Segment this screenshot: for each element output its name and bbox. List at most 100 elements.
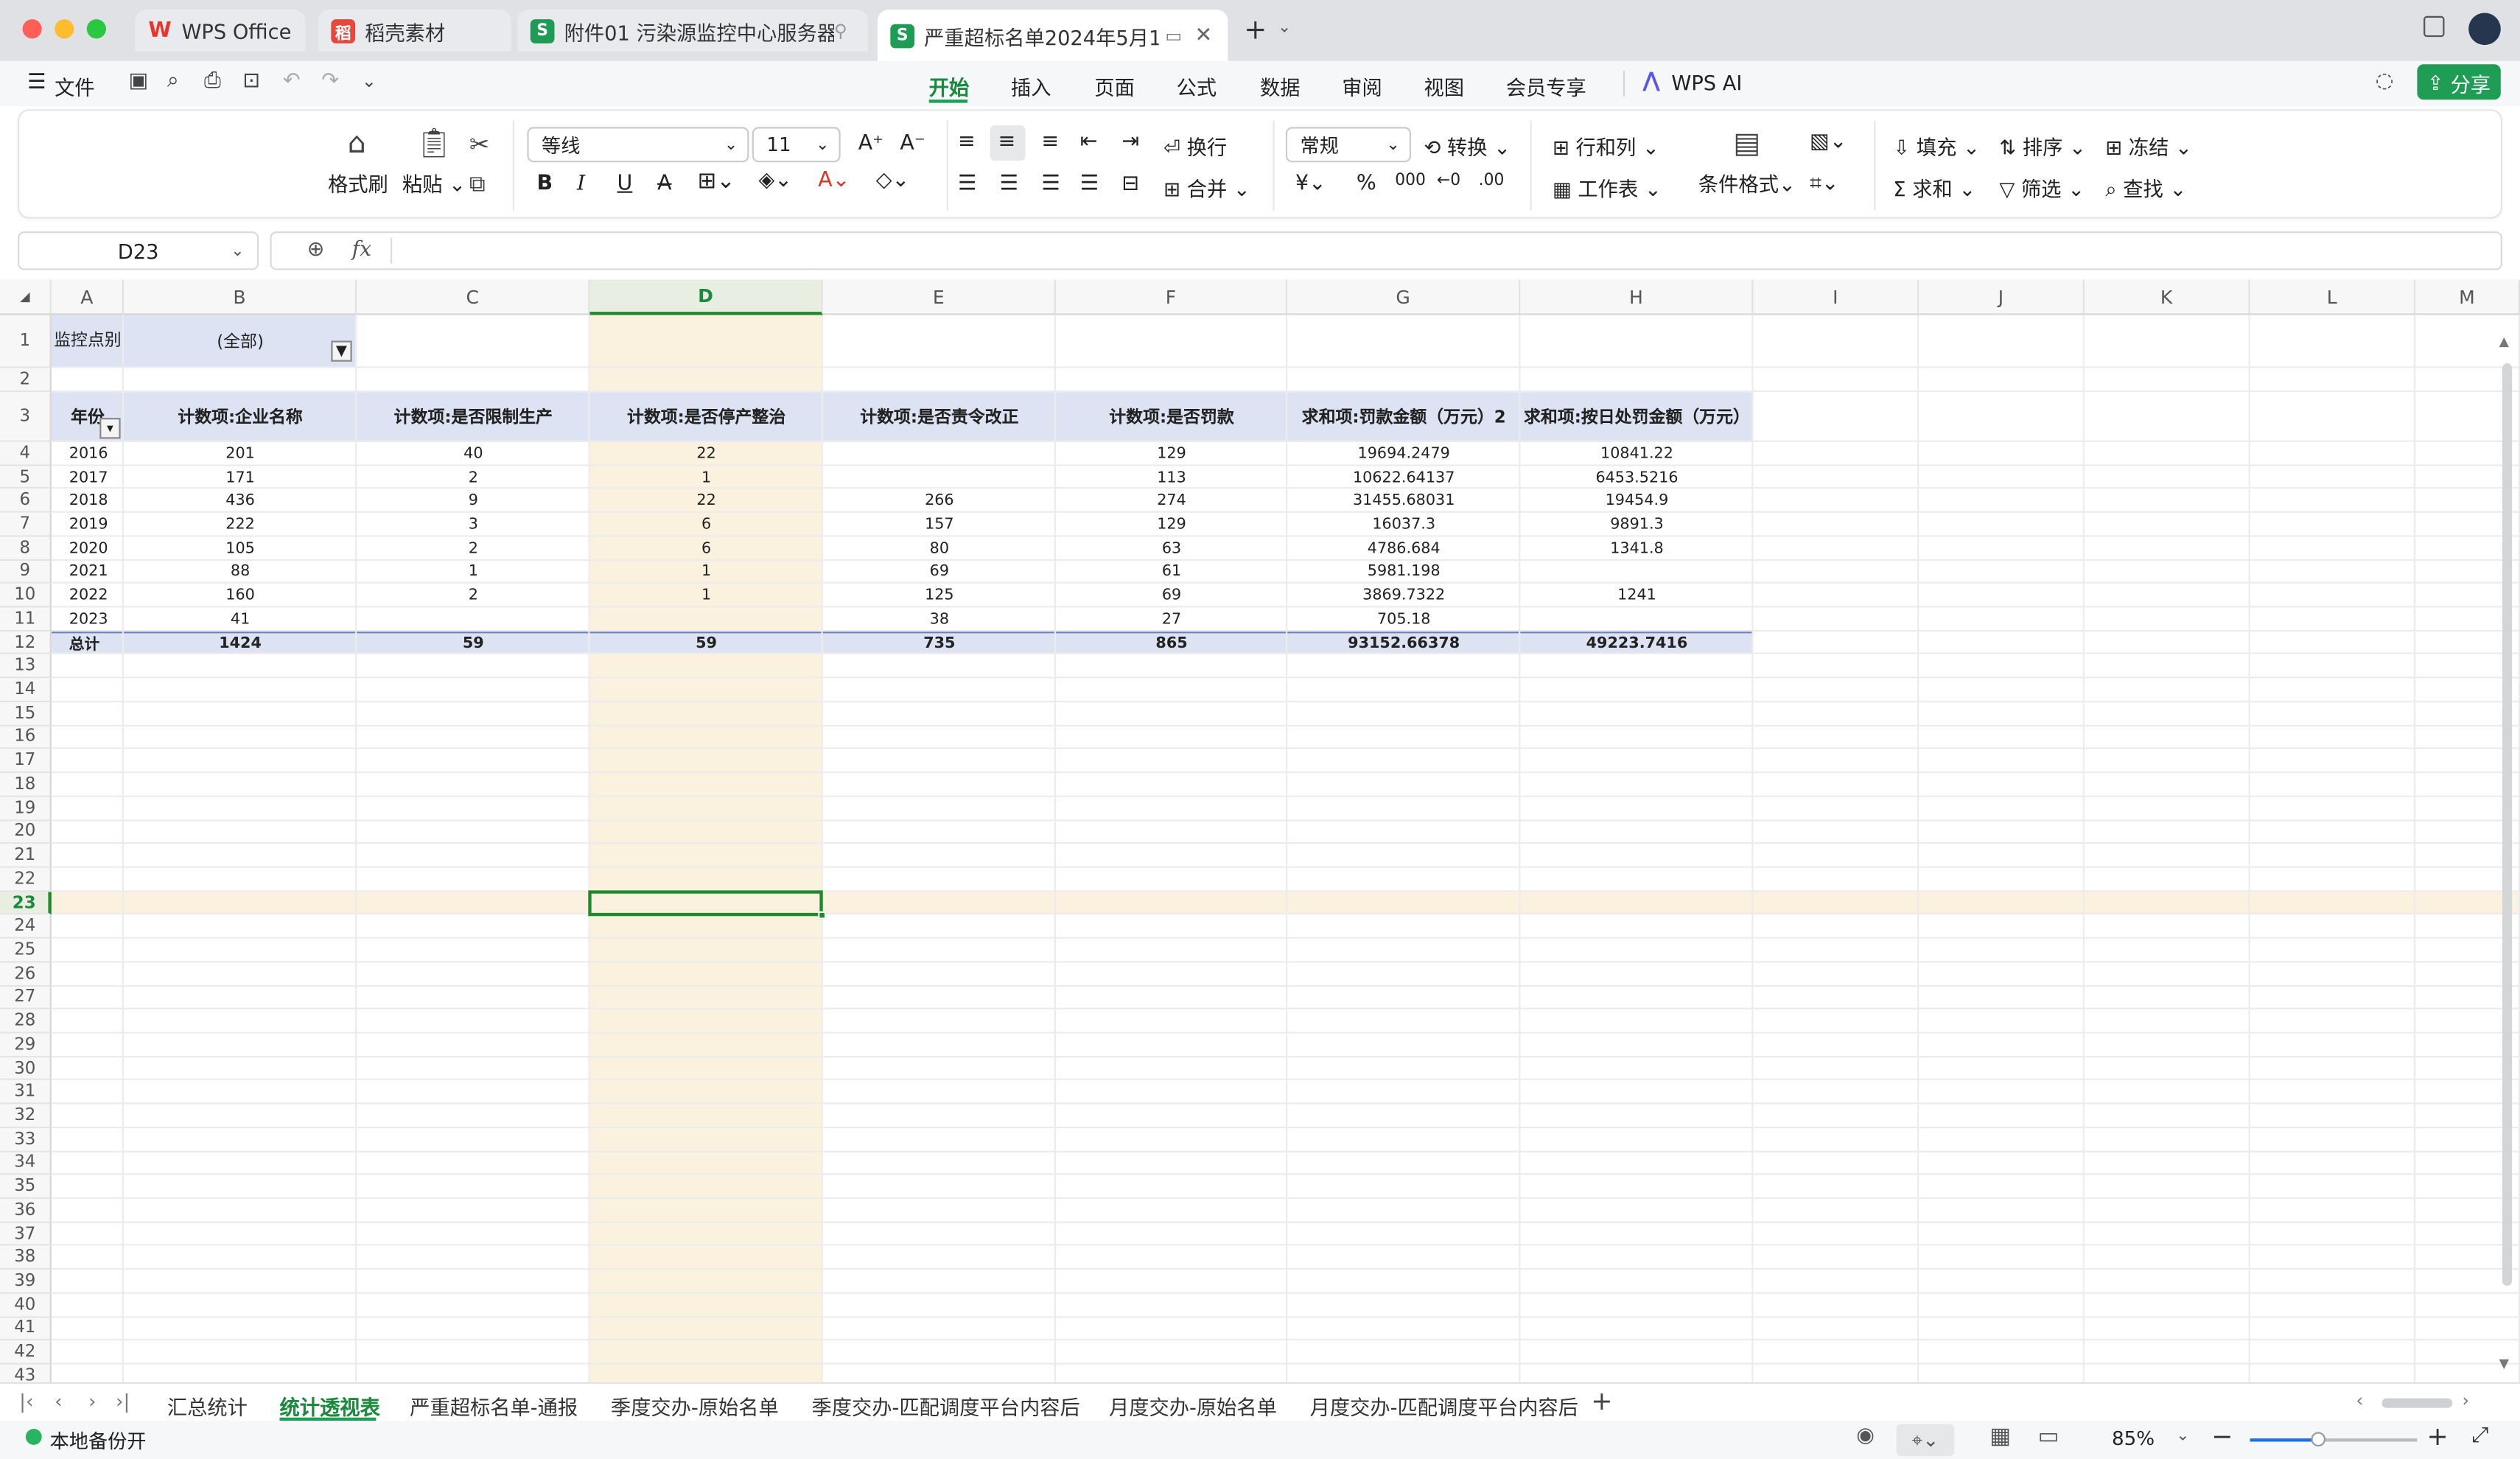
decrease-font-icon[interactable]: A⁻ [900,132,925,156]
table-cell[interactable]: 2 [357,466,589,489]
row-header[interactable]: 29 [0,1033,52,1057]
table-cell[interactable]: 22 [589,442,822,466]
row-header[interactable]: 4 [0,441,52,466]
filter-button[interactable]: ▽ 筛选 ⌄ [1999,172,2085,202]
font-name-select[interactable]: 等线 ⌄ [527,127,749,163]
first-sheet-icon[interactable]: |‹ [19,1390,33,1413]
row-header[interactable]: 9 [0,560,52,584]
table-cell[interactable]: 3 [357,513,589,536]
copy-icon[interactable]: ⧉ [469,172,486,197]
row-header[interactable]: 30 [0,1057,52,1081]
row-header[interactable]: 13 [0,654,52,679]
table-cell[interactable]: 1 [589,466,822,489]
table-cell[interactable]: 2018 [52,489,124,513]
tab-member[interactable]: 会员专享 [1506,71,1586,101]
table-cell[interactable]: 125 [823,584,1056,607]
table-cell[interactable]: 16037.3 [1287,513,1520,536]
font-color-icon[interactable]: A⌄ [818,169,850,193]
table-cell[interactable]: 160 [124,584,357,607]
undo-icon[interactable]: ↶ [283,69,301,94]
close-tab-icon[interactable]: ✕ [1194,24,1212,48]
tab-view[interactable]: 视图 [1424,71,1464,101]
table-cell[interactable]: 274 [1056,489,1287,513]
align-bottom-icon[interactable]: ≡ [1041,130,1059,155]
row-header[interactable]: 5 [0,465,52,490]
thousands-icon[interactable]: 000 [1395,172,1426,189]
fx-icon[interactable]: fx [352,238,372,262]
row-header[interactable]: 34 [0,1151,52,1176]
total-cell[interactable]: 59 [357,631,589,655]
table-cell[interactable]: 113 [1056,466,1287,489]
row-header[interactable]: 17 [0,749,52,774]
row-header[interactable]: 26 [0,962,52,987]
bold-icon[interactable]: B [536,172,553,196]
sheet-tab-quarter-original[interactable]: 季度交办-原始名单 [611,1390,779,1421]
fill-handle[interactable] [818,912,827,920]
row-header[interactable]: 38 [0,1246,52,1270]
row-header[interactable]: 41 [0,1317,52,1341]
row-header[interactable]: 18 [0,773,52,797]
row-header[interactable]: 7 [0,513,52,537]
align-center-icon[interactable]: ☰ [1000,172,1018,196]
tab-wps-office[interactable]: W WPS Office [135,10,306,52]
row-header[interactable]: 16 [0,726,52,750]
last-sheet-icon[interactable]: ›| [116,1390,130,1413]
share-button[interactable]: ⇪ 分享 [2417,64,2501,100]
zoom-formula-icon[interactable]: ⊕ [307,238,325,262]
table-cell[interactable]: 31455.68031 [1287,489,1520,513]
row-header[interactable]: 36 [0,1199,52,1223]
fill-button[interactable]: ⇩ 填充 ⌄ [1893,130,1980,161]
hamburger-icon[interactable]: ☰ [27,71,46,95]
table-cell[interactable]: 129 [1056,513,1287,536]
column-header-J[interactable]: J [1919,279,2085,315]
pin-icon[interactable]: ⚲ [834,20,847,41]
row-header[interactable]: 6 [0,489,52,514]
column-header-H[interactable]: H [1520,279,1754,315]
wrap-text-button[interactable]: ⏎ 换行 [1163,130,1227,161]
sheet-tab-notice[interactable]: 严重超标名单-通报 [410,1390,578,1421]
row-header[interactable]: 33 [0,1127,52,1152]
total-cell[interactable]: 49223.7416 [1520,631,1753,655]
pivot-filter-dropdown[interactable]: ▼ [331,340,352,362]
column-header-K[interactable]: K [2084,279,2250,315]
table-cell[interactable]: 41 [124,608,357,631]
zoom-slider[interactable] [2250,1432,2418,1447]
table-cell[interactable]: 1341.8 [1520,536,1753,560]
normal-view-icon[interactable]: ▦ [1989,1424,2011,1449]
table-cell[interactable]: 6453.5216 [1520,466,1753,489]
table-cell[interactable]: 9891.3 [1520,513,1753,536]
active-cell-selection[interactable] [588,889,823,917]
table-cell[interactable] [357,608,589,631]
row-header[interactable]: 40 [0,1293,52,1318]
table-cell[interactable]: 5981.198 [1287,560,1520,584]
table-cell[interactable]: 2023 [52,608,124,631]
row-header[interactable]: 39 [0,1270,52,1294]
underline-icon[interactable]: U [617,172,633,196]
table-cell[interactable] [589,608,822,631]
eye-protection-icon[interactable]: ◉ [1856,1424,1875,1448]
row-header[interactable]: 8 [0,536,52,561]
page-layout-icon[interactable]: ▭ [2038,1424,2059,1449]
comment-icon[interactable]: ◌ [2376,69,2394,94]
table-cell[interactable]: 2 [357,536,589,560]
file-menu[interactable]: 文件 [55,71,95,101]
pivot-filter-value[interactable]: (全部) [124,315,357,368]
row-header[interactable]: 12 [0,631,52,655]
table-cell[interactable]: 266 [823,489,1056,513]
increase-decimal-icon[interactable]: ←0 [1437,172,1460,189]
clear-format-icon[interactable]: ◇⌄ [876,169,910,193]
row-header[interactable]: 3 [0,392,52,442]
conditional-format-button[interactable]: ▤ 条件格式⌄ [1697,127,1796,197]
table-cell[interactable]: 27 [1056,608,1287,631]
table-cell[interactable]: 1 [357,560,589,584]
total-cell[interactable]: 865 [1056,631,1287,655]
print-preview-icon[interactable]: ⊡ [242,69,260,94]
horizontal-scrollbar[interactable] [2381,1398,2453,1408]
zoom-level[interactable]: 85% [2112,1427,2155,1450]
table-cell[interactable]: 6 [589,536,822,560]
table-cell[interactable] [823,466,1056,489]
align-top-icon[interactable]: ≡ [958,130,976,155]
row-header[interactable]: 1 [0,315,52,368]
table-cell[interactable]: 19454.9 [1520,489,1753,513]
zoom-window-button[interactable] [86,19,106,39]
